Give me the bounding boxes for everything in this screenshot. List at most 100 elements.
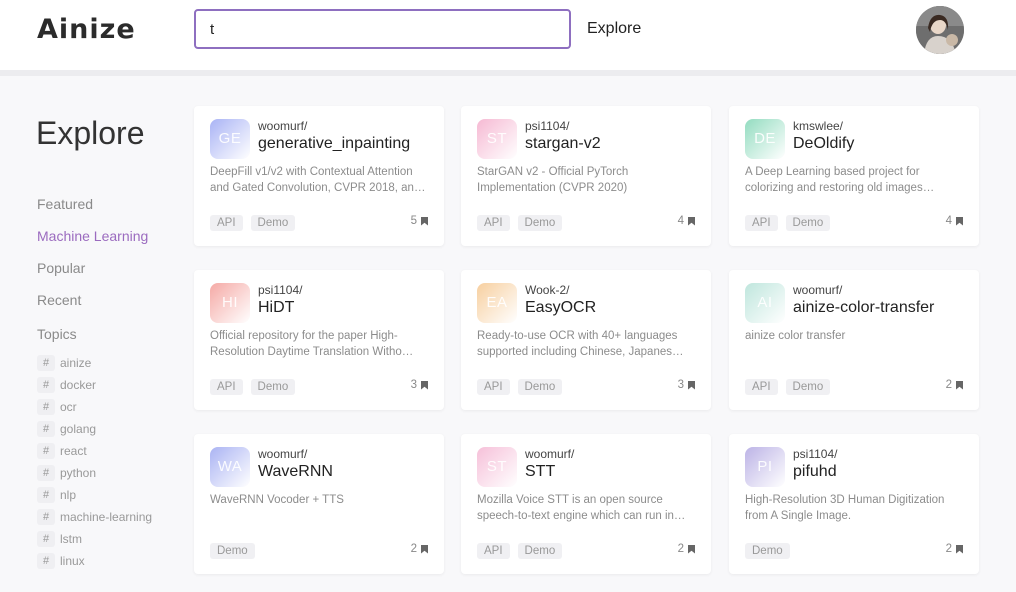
bookmark-count[interactable]: 2 [411,543,428,555]
bookmark-count-value: 2 [677,543,684,555]
bookmark-count-value: 3 [677,379,684,391]
tag-list: API Demo [477,543,570,559]
topic-label: machine-learning [60,510,153,524]
topic-tag-0[interactable]: # ainize [37,355,91,371]
bookmark-icon [956,216,963,226]
tag-list: API Demo [210,379,303,395]
project-initials-icon: DE [745,119,785,159]
project-card[interactable]: PI psi1104/pifuhd High-Resolution 3D Human… [729,434,979,574]
project-card[interactable]: ST woomurf/STT Mozilla Voice STT is an ope… [461,434,711,574]
bookmark-count[interactable]: 4 [678,215,695,227]
project-card[interactable]: AI woomurf/ainize-color-transfer ainize co… [729,270,979,410]
bookmark-icon [956,544,963,554]
project-card[interactable]: GE woomurf/generative_inpainting DeepFill … [194,106,444,246]
hash-icon: # [37,509,55,525]
project-card[interactable]: DE kmswlee/DeOldify A Deep Learning based … [729,106,979,246]
sidebar-item-recent[interactable]: Recent [37,292,81,308]
ainize-logo[interactable]: Ainize [37,14,136,45]
project-initials-icon: GE [210,119,250,159]
bookmark-icon [688,380,695,390]
project-name: HiDT [258,299,295,316]
topic-label: ainize [60,356,92,370]
project-name: stargan-v2 [525,135,601,152]
project-card[interactable]: EA Wook-2/EasyOCR Ready-to-use OCR with 40… [461,270,711,410]
project-description: A Deep Learning based project for colori… [745,166,935,194]
topic-label: react [60,444,87,458]
tag-badge: Demo [785,379,831,395]
bookmark-count[interactable]: 3 [411,379,428,391]
bookmark-count[interactable]: 4 [946,215,963,227]
tag-badge: Demo [785,215,831,231]
topic-tag-9[interactable]: # linux [37,553,85,569]
project-owner: psi1104/ [525,119,570,133]
project-card[interactable]: ST psi1104/stargan-v2 StarGAN v2 - Officia… [461,106,711,246]
topic-tag-8[interactable]: # lstm [37,531,82,547]
project-card[interactable]: WA woomurf/WaveRNN WaveRNN Vocoder + TTS De… [194,434,444,574]
hash-icon: # [37,399,55,415]
user-avatar[interactable] [916,6,964,54]
project-owner: kmswlee/ [793,119,844,133]
tag-badge: API [210,215,243,231]
project-initials-icon: HI [210,283,250,323]
project-initials-icon: EA [477,283,517,323]
project-initials-icon: AI [745,283,785,323]
hash-icon: # [37,531,55,547]
topic-label: nlp [60,488,77,502]
topic-tag-1[interactable]: # docker [37,377,96,393]
bookmark-count[interactable]: 2 [946,379,963,391]
project-description: StarGAN v2 - Official PyTorch Implementa… [477,166,629,194]
project-name: STT [525,463,556,480]
topic-tag-2[interactable]: # ocr [37,399,77,415]
sidebar-item-featured[interactable]: Featured [37,196,93,212]
bookmark-icon [421,216,428,226]
project-owner: woomurf/ [258,119,308,133]
tag-badge: API [210,379,243,395]
sidebar-item-machine-learning[interactable]: Machine Learning [37,228,148,244]
hash-icon: # [37,465,55,481]
project-owner: woomurf/ [525,447,575,461]
project-name: ainize-color-transfer [793,299,935,316]
bookmark-count-value: 2 [945,543,952,555]
hash-icon: # [37,487,55,503]
topic-tag-6[interactable]: # nlp [37,487,76,503]
topic-tag-5[interactable]: # python [37,465,96,481]
bookmark-count-value: 2 [945,379,952,391]
project-description: High-Resolution 3D Human Digitization fr… [745,494,945,522]
search-input[interactable] [194,9,571,49]
explore-nav-link[interactable]: Explore [587,20,641,38]
bookmark-icon [421,380,428,390]
project-initials-icon: PI [745,447,785,487]
topic-tag-4[interactable]: # react [37,443,87,459]
topic-label: lstm [60,532,82,546]
tag-badge: Demo [250,215,296,231]
topics-heading: Topics [37,326,77,342]
bookmark-count-value: 5 [410,215,417,227]
page-title: Explore [36,115,145,151]
tag-list: API Demo [745,379,838,395]
project-card[interactable]: HI psi1104/HiDT Official repository for th… [194,270,444,410]
topic-label: golang [60,422,97,436]
bookmark-count[interactable]: 2 [946,543,963,555]
tag-badge: Demo [517,215,563,231]
tag-badge: Demo [517,543,563,559]
topic-tag-7[interactable]: # machine-learning [37,509,152,525]
topic-label: linux [60,554,85,568]
bookmark-count[interactable]: 3 [678,379,695,391]
sidebar-item-popular[interactable]: Popular [37,260,85,276]
project-owner: psi1104/ [258,283,303,297]
project-name: DeOldify [793,135,855,152]
header-divider [0,70,1016,76]
tag-badge: API [477,543,510,559]
project-description: Ready-to-use OCR with 40+ languages supp… [477,330,684,358]
tag-list: Demo [210,543,263,559]
topic-label: ocr [60,400,77,414]
bookmark-count[interactable]: 5 [411,215,428,227]
tag-badge: Demo [250,379,296,395]
avatar-photo-icon [916,6,964,54]
bookmark-count[interactable]: 2 [678,543,695,555]
project-owner: psi1104/ [793,447,838,461]
bookmark-icon [688,544,695,554]
bookmark-count-value: 2 [410,543,417,555]
topic-tag-3[interactable]: # golang [37,421,96,437]
project-description: WaveRNN Vocoder + TTS [210,494,344,506]
